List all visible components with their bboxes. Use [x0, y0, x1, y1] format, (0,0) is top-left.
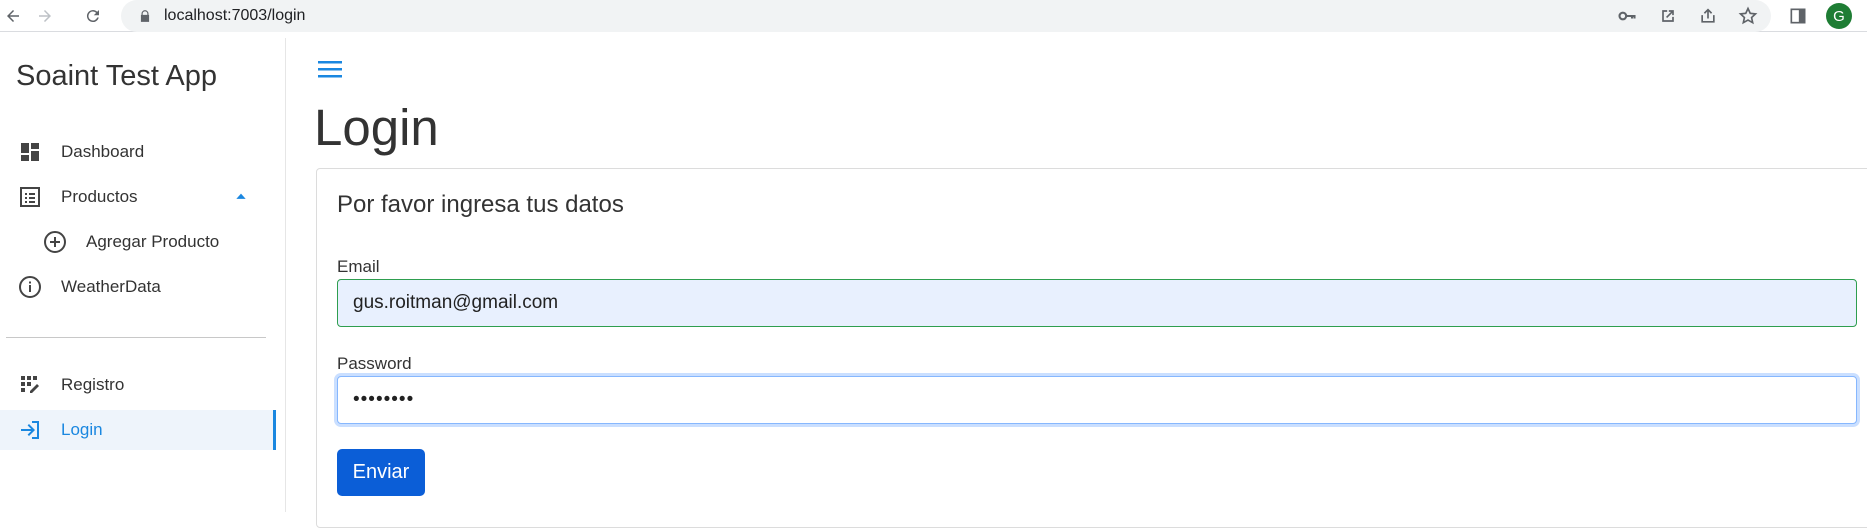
app-title: Soaint Test App	[16, 60, 218, 92]
password-label: Password	[337, 354, 412, 373]
sidebar-item-label: WeatherData	[61, 277, 161, 296]
share-icon	[1701, 8, 1715, 23]
external-link-icon	[1662, 10, 1674, 22]
sidebar-item-label: Agregar Producto	[86, 232, 220, 251]
sidebar-item-label: Dashboard	[61, 142, 145, 161]
sidebar-item-label: Productos	[61, 187, 138, 206]
share-button[interactable]	[1697, 5, 1719, 27]
lock-icon	[140, 10, 150, 22]
url-text[interactable]: localhost:7003/login	[164, 7, 305, 25]
star-icon	[1738, 6, 1758, 25]
email-label: Email	[337, 257, 380, 276]
forward-button[interactable]	[32, 3, 58, 29]
profile-avatar[interactable]: G	[1826, 3, 1852, 29]
open-in-app-button[interactable]	[1657, 5, 1679, 27]
arrow-left-icon	[7, 10, 19, 22]
login-card: Por favor ingresa tus datos Email gus.ro…	[316, 168, 1867, 528]
sidebar-item-weatherdata[interactable]: WeatherData	[0, 267, 276, 307]
password-value: ••••••••	[353, 389, 415, 410]
browser-toolbar: localhost:7003/login G	[0, 0, 1867, 32]
key-icon	[1618, 11, 1636, 21]
sidebar-item-label: Registro	[61, 375, 125, 394]
password-key-button[interactable]	[1616, 5, 1638, 27]
hamburger-menu-icon[interactable]	[317, 58, 343, 80]
list-icon	[20, 187, 40, 207]
arrow-right-icon	[39, 10, 51, 22]
sidebar-item-label: Login	[61, 420, 103, 439]
side-panel-button[interactable]	[1787, 5, 1809, 27]
password-field[interactable]: ••••••••	[337, 376, 1857, 424]
caret-up-icon[interactable]	[234, 189, 248, 203]
sidebar-item-productos[interactable]: Productos	[0, 177, 276, 217]
login-icon	[21, 421, 39, 439]
page-title: Login	[314, 99, 439, 156]
sidebar-item-registro[interactable]: Registro	[0, 365, 276, 405]
add-circle-icon	[44, 231, 66, 253]
bookmark-button[interactable]	[1737, 5, 1759, 27]
email-field[interactable]: gus.roitman@gmail.com	[337, 279, 1857, 327]
sidebar: Soaint Test App Dashboard Productos Agre…	[0, 38, 286, 512]
address-bar[interactable]	[121, 0, 1771, 32]
reload-button[interactable]	[80, 3, 106, 29]
sidebar-divider	[6, 337, 266, 338]
back-button[interactable]	[0, 3, 26, 29]
info-icon	[19, 276, 41, 298]
email-value: gus.roitman@gmail.com	[353, 292, 559, 313]
registro-icon	[21, 376, 39, 393]
sidebar-item-agregar-producto[interactable]: Agregar Producto	[0, 222, 276, 262]
dashboard-icon	[21, 143, 39, 161]
submit-button[interactable]: Enviar	[337, 449, 425, 496]
sidebar-item-login[interactable]: Login	[0, 410, 276, 450]
side-panel-icon	[1790, 8, 1806, 24]
sidebar-item-dashboard[interactable]: Dashboard	[0, 132, 276, 172]
card-title: Por favor ingresa tus datos	[337, 191, 624, 218]
reload-icon	[86, 10, 99, 23]
